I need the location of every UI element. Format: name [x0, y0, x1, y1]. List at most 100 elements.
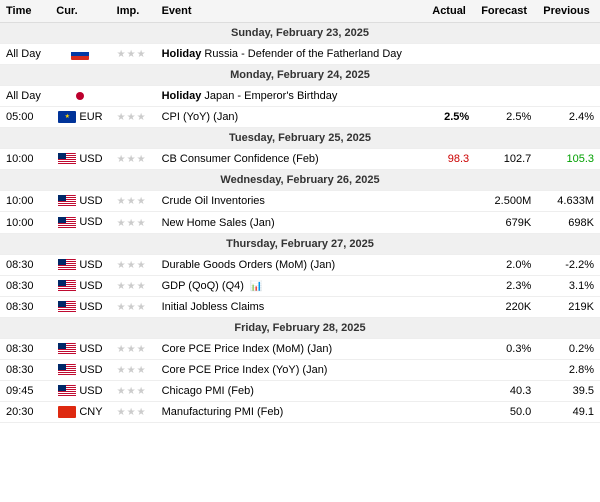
cell-currency: USD: [50, 296, 110, 317]
cell-previous: [537, 44, 600, 65]
cell-importance: ★★★: [111, 296, 156, 317]
importance-stars: ★★★: [117, 154, 147, 165]
cell-actual: [426, 381, 475, 402]
previous-value: 0.2%: [569, 343, 594, 355]
cell-importance: ★★★: [111, 107, 156, 128]
cell-event: Durable Goods Orders (MoM) (Jan): [156, 254, 427, 275]
event-type: Holiday: [162, 48, 202, 60]
cell-time: 08:30: [0, 296, 50, 317]
event-name: CPI (YoY) (Jan): [162, 111, 239, 123]
event-name: Core PCE Price Index (MoM) (Jan): [162, 343, 333, 355]
cell-currency: USD: [50, 275, 110, 296]
cell-currency: USD: [50, 359, 110, 380]
cell-forecast: 50.0: [475, 402, 537, 423]
cell-forecast: [475, 44, 537, 65]
currency-label: USD: [79, 259, 102, 271]
header-event: Event: [156, 0, 427, 23]
cell-currency: [50, 44, 110, 65]
cell-event: Chicago PMI (Feb): [156, 381, 427, 402]
previous-value: -2.2%: [565, 259, 594, 271]
section-header-row: Monday, February 24, 2025: [0, 65, 600, 86]
cell-importance: [111, 86, 156, 107]
previous-value: 2.4%: [569, 111, 594, 123]
cell-actual: [426, 212, 475, 233]
cell-previous: 105.3: [537, 149, 600, 170]
cell-importance: ★★★: [111, 275, 156, 296]
flag-us: [58, 385, 76, 397]
currency-label: USD: [79, 195, 102, 207]
header-time: Time: [0, 0, 50, 23]
forecast-value: 2.5%: [506, 111, 531, 123]
cell-time: 08:30: [0, 338, 50, 359]
section-header-row: Thursday, February 27, 2025: [0, 233, 600, 254]
previous-value: 698K: [568, 217, 594, 229]
previous-value: 219K: [568, 301, 594, 313]
cell-importance: ★★★: [111, 402, 156, 423]
table-row: 10:00 USD ★★★ CB Consumer Confidence (Feb)…: [0, 149, 600, 170]
header-previous: Previous: [537, 0, 600, 23]
importance-stars: ★★★: [117, 386, 147, 397]
flag-us: [58, 280, 76, 292]
currency-label: USD: [79, 153, 102, 165]
cell-forecast: 2.3%: [475, 275, 537, 296]
event-name: Chicago PMI (Feb): [162, 385, 254, 397]
cell-currency: CNY: [50, 402, 110, 423]
cell-actual: [426, 86, 475, 107]
cell-event: Initial Jobless Claims: [156, 296, 427, 317]
cell-time: 10:00: [0, 149, 50, 170]
header-forecast: Forecast: [475, 0, 537, 23]
cell-actual: 98.3: [426, 149, 475, 170]
cell-previous: 2.8%: [537, 359, 600, 380]
cell-actual: [426, 359, 475, 380]
event-name: Manufacturing PMI (Feb): [162, 406, 284, 418]
cell-forecast: 679K: [475, 212, 537, 233]
cell-forecast: 2.5%: [475, 107, 537, 128]
cell-event: CB Consumer Confidence (Feb): [156, 149, 427, 170]
cell-time: All Day: [0, 44, 50, 65]
cell-actual: 2.5%: [426, 107, 475, 128]
cell-time: 08:30: [0, 359, 50, 380]
cell-previous: 4.633M: [537, 191, 600, 212]
cell-forecast: [475, 359, 537, 380]
cell-time: 08:30: [0, 275, 50, 296]
cell-time: 09:45: [0, 381, 50, 402]
table-row: 09:45 USD★★★Chicago PMI (Feb)40.339.5: [0, 381, 600, 402]
forecast-value: 40.3: [510, 385, 531, 397]
table-row: All DayHoliday Japan - Emperor's Birthda…: [0, 86, 600, 107]
flag-china: [58, 406, 76, 418]
cell-importance: ★★★: [111, 212, 156, 233]
importance-stars: ★★★: [117, 281, 147, 292]
cell-importance: ★★★: [111, 44, 156, 65]
previous-value: 39.5: [573, 385, 594, 397]
flag-us: [58, 217, 76, 229]
flag-us: [58, 259, 76, 271]
cell-previous: 3.1%: [537, 275, 600, 296]
forecast-value: 2.3%: [506, 280, 531, 292]
flag-us: [58, 343, 76, 355]
forecast-value: 2.0%: [506, 259, 531, 271]
cell-currency: USD: [50, 149, 110, 170]
importance-stars: ★★★: [117, 260, 147, 271]
flag-eu: ★: [58, 111, 76, 123]
cell-actual: [426, 44, 475, 65]
cell-event: Crude Oil Inventories: [156, 191, 427, 212]
flag-us: [58, 364, 76, 376]
importance-stars: ★★★: [117, 407, 147, 418]
cell-actual: [426, 191, 475, 212]
cell-forecast: 102.7: [475, 149, 537, 170]
event-detail: Russia - Defender of the Fatherland Day: [204, 48, 402, 60]
cell-event: Holiday Japan - Emperor's Birthday: [156, 86, 427, 107]
importance-stars: ★★★: [117, 344, 147, 355]
header-cur: Cur.: [50, 0, 110, 23]
section-label: Friday, February 28, 2025: [0, 317, 600, 338]
cell-forecast: 40.3: [475, 381, 537, 402]
flag-russia: [71, 48, 89, 60]
cell-currency: USD: [50, 338, 110, 359]
flag-us: [58, 153, 76, 165]
importance-stars: ★★★: [117, 302, 147, 313]
cell-event: Core PCE Price Index (MoM) (Jan): [156, 338, 427, 359]
cell-previous: 39.5: [537, 381, 600, 402]
cell-importance: ★★★: [111, 149, 156, 170]
cell-currency: ★ EUR: [50, 107, 110, 128]
event-name: CB Consumer Confidence (Feb): [162, 153, 319, 165]
